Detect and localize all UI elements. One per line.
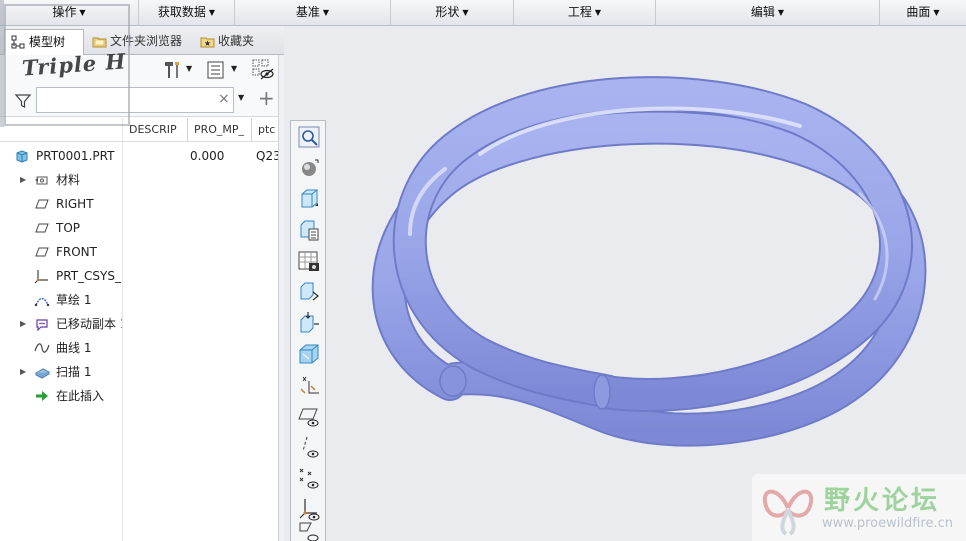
tree-row-top[interactable]: TOP [0, 216, 278, 240]
ribbon-group-get-data[interactable]: 获取数据 ▼ [139, 0, 235, 26]
point-display-icon[interactable] [297, 466, 321, 490]
ribbon-group-label: 工程 [567, 5, 592, 19]
tree-row-label: 草绘 1 [56, 293, 92, 307]
tree-row-curve[interactable]: 曲线 1 [0, 336, 278, 360]
hide-items-icon[interactable] [251, 58, 275, 82]
view-toolbar [290, 120, 326, 541]
tree-row-csys[interactable]: PRT_CSYS_D [0, 264, 278, 288]
perspective-view-icon[interactable] [297, 249, 321, 273]
caret-down-icon: ▼ [594, 8, 602, 17]
tree-row-label: RIGHT [56, 197, 94, 211]
csys-icon [34, 270, 48, 284]
show-columns-icon[interactable] [206, 60, 226, 80]
tree-row-right[interactable]: RIGHT [0, 192, 278, 216]
tree-row-label: PRT0001.PRT [36, 149, 115, 163]
model-tree: PRT0001.PRT 0.000 Q23 ▶ 材料 RIGHT TOP FRO… [0, 142, 278, 541]
redraw-icon[interactable] [297, 280, 321, 304]
forum-watermark-url: www.proewildfire.cn [822, 516, 953, 531]
column-header-description[interactable]: DESCRIP [122, 118, 186, 142]
ribbon-group-label: 基准 [295, 5, 320, 19]
tree-row-front[interactable]: FRONT [0, 240, 278, 264]
datum-plane-icon [35, 199, 49, 209]
coil-end-cap [593, 374, 611, 410]
ribbon-group-editing[interactable]: 编辑 ▼ [656, 0, 880, 26]
add-filter-icon[interactable]: + [258, 86, 275, 110]
panel-scrollbar[interactable] [278, 55, 284, 541]
ribbon-group-label: 曲面 [906, 5, 931, 19]
insert-here-icon [36, 391, 48, 401]
tree-row-label: 扫描 1 [56, 365, 92, 379]
tree-row-label: TOP [56, 221, 81, 235]
ribbon-group-bar: 操作 ▼ 获取数据 ▼ 基准 ▼ 形状 ▼ 工程 ▼ 编辑 ▼ 曲面 ▼ [0, 0, 966, 26]
view-manager-icon[interactable] [297, 218, 321, 242]
csys-display-icon[interactable] [297, 497, 321, 521]
forum-watermark-title: 野火论坛 [824, 486, 941, 516]
axis-display-icon[interactable] [297, 435, 321, 459]
caret-down-icon: ▼ [208, 8, 216, 17]
column-header-ptc[interactable]: ptc [251, 118, 279, 142]
sketch-icon [34, 297, 50, 307]
curve-icon [34, 343, 50, 353]
expand-arrow-icon[interactable]: ▶ [20, 360, 30, 384]
annotation-display-icon[interactable] [297, 373, 321, 397]
favorites-folder-icon [200, 37, 215, 48]
caret-down-icon[interactable]: ▼ [186, 64, 192, 73]
caret-down-icon[interactable]: ▼ [231, 64, 237, 73]
tree-row-label: 曲线 1 [56, 341, 92, 355]
caret-down-icon: ▼ [933, 8, 940, 17]
saved-orientations-icon[interactable] [297, 187, 321, 211]
sweep-icon [34, 368, 50, 379]
butterfly-logo-icon [762, 489, 814, 536]
display-style-icon[interactable] [297, 156, 321, 180]
expand-arrow-icon[interactable]: ▶ [20, 312, 30, 336]
caret-down-icon: ▼ [777, 8, 785, 17]
tree-row-label: FRONT [56, 245, 97, 259]
datum-plane-icon [35, 223, 49, 233]
ribbon-group-label: 编辑 [750, 5, 775, 19]
forum-watermark: 野火论坛 www.proewildfire.cn [752, 474, 966, 541]
coil-end-cap [439, 365, 467, 397]
clear-search-icon[interactable]: × [218, 91, 230, 107]
refit-icon[interactable] [297, 125, 321, 149]
tree-row-label: PRT_CSYS_D [56, 269, 122, 283]
tab-label: 收藏夹 [218, 34, 255, 48]
coil-ring-model[interactable] [370, 74, 930, 454]
tree-row-material[interactable]: ▶ 材料 [0, 168, 278, 192]
tree-cell-pro-mp: 0.000 [190, 149, 225, 163]
ribbon-group-datum[interactable]: 基准 ▼ [235, 0, 391, 26]
material-icon [35, 176, 48, 185]
tree-row-moved-copy[interactable]: ▶ 已移动副本 1 [0, 312, 278, 336]
ribbon-group-label: 形状 [435, 5, 460, 19]
moved-copy-icon [36, 319, 48, 332]
tools-icon[interactable] [162, 60, 184, 80]
datum-plane-icon [35, 247, 49, 257]
ribbon-group-engineering[interactable]: 工程 ▼ [514, 0, 656, 26]
spin-center-icon[interactable] [297, 311, 321, 335]
tree-row-part[interactable]: PRT0001.PRT 0.000 Q23 [0, 144, 278, 168]
caret-down-icon[interactable]: ▼ [238, 93, 244, 102]
caret-down-icon: ▼ [462, 8, 469, 17]
tree-row-label: 在此插入 [56, 389, 105, 403]
tree-row-insert-here[interactable]: 在此插入 [0, 384, 278, 408]
model-display-icon[interactable] [297, 342, 321, 366]
spin-center-display-icon[interactable] [297, 519, 321, 541]
ribbon-group-shapes[interactable]: 形状 ▼ [391, 0, 514, 26]
ribbon-group-label: 获取数据 [157, 5, 206, 19]
tab-favorites[interactable]: 收藏夹 [194, 29, 264, 55]
tree-row-label: 已移动副本 1 [56, 317, 122, 331]
plane-display-icon[interactable] [297, 404, 321, 428]
ribbon-group-surfaces[interactable]: 曲面 ▼ [880, 0, 966, 26]
column-header-pro-mp[interactable]: PRO_MP_ [187, 118, 251, 142]
expand-arrow-icon[interactable]: ▶ [20, 168, 30, 192]
caret-down-icon: ▼ [322, 8, 330, 17]
tree-cell-ptc: Q23 [256, 149, 278, 163]
tree-row-label: 材料 [56, 173, 81, 187]
tree-row-sketch[interactable]: 草绘 1 [0, 288, 278, 312]
part-icon [16, 150, 28, 163]
tree-row-sweep[interactable]: ▶ 扫描 1 [0, 360, 278, 384]
